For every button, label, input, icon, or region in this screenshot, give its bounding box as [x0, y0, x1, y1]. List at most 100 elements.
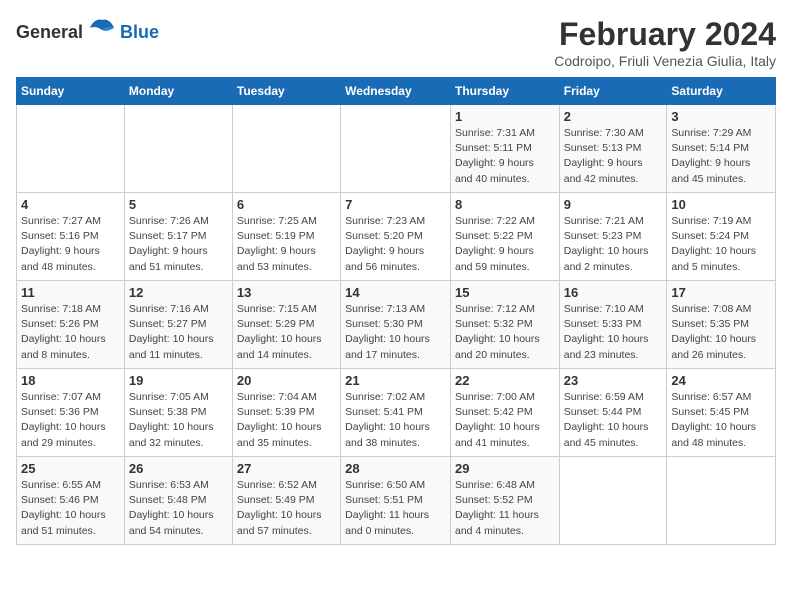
- day-number: 24: [671, 373, 771, 388]
- day-info: Sunrise: 7:02 AM Sunset: 5:41 PM Dayligh…: [345, 390, 446, 451]
- page-title: February 2024: [554, 16, 776, 53]
- calendar-cell: 8 Sunrise: 7:22 AM Sunset: 5:22 PM Daylig…: [450, 193, 559, 281]
- day-number: 9: [564, 197, 663, 212]
- day-number: 10: [671, 197, 771, 212]
- weekday-header-tuesday: Tuesday: [232, 78, 340, 105]
- calendar-week-row: 4 Sunrise: 7:27 AM Sunset: 5:16 PM Daylig…: [17, 193, 776, 281]
- logo-bird-icon: [88, 16, 116, 38]
- day-number: 28: [345, 461, 446, 476]
- calendar-week-row: 11 Sunrise: 7:18 AM Sunset: 5:26 PM Dayli…: [17, 281, 776, 369]
- calendar-cell: [667, 457, 776, 545]
- day-number: 3: [671, 109, 771, 124]
- day-number: 23: [564, 373, 663, 388]
- calendar-cell: 14 Sunrise: 7:13 AM Sunset: 5:30 PM Dayli…: [341, 281, 451, 369]
- day-number: 1: [455, 109, 555, 124]
- day-number: 18: [21, 373, 120, 388]
- day-info: Sunrise: 7:18 AM Sunset: 5:26 PM Dayligh…: [21, 302, 120, 363]
- day-info: Sunrise: 7:10 AM Sunset: 5:33 PM Dayligh…: [564, 302, 663, 363]
- day-info: Sunrise: 7:29 AM Sunset: 5:14 PM Dayligh…: [671, 126, 771, 187]
- calendar-week-row: 1 Sunrise: 7:31 AM Sunset: 5:11 PM Daylig…: [17, 105, 776, 193]
- calendar-cell: 23 Sunrise: 6:59 AM Sunset: 5:44 PM Dayli…: [559, 369, 667, 457]
- day-number: 5: [129, 197, 228, 212]
- calendar-cell: 16 Sunrise: 7:10 AM Sunset: 5:33 PM Dayli…: [559, 281, 667, 369]
- calendar-cell: 2 Sunrise: 7:30 AM Sunset: 5:13 PM Daylig…: [559, 105, 667, 193]
- day-number: 17: [671, 285, 771, 300]
- day-number: 16: [564, 285, 663, 300]
- day-info: Sunrise: 6:57 AM Sunset: 5:45 PM Dayligh…: [671, 390, 771, 451]
- day-info: Sunrise: 7:00 AM Sunset: 5:42 PM Dayligh…: [455, 390, 555, 451]
- day-info: Sunrise: 7:07 AM Sunset: 5:36 PM Dayligh…: [21, 390, 120, 451]
- day-info: Sunrise: 6:55 AM Sunset: 5:46 PM Dayligh…: [21, 478, 120, 539]
- calendar-header: SundayMondayTuesdayWednesdayThursdayFrid…: [17, 78, 776, 105]
- calendar-cell: 18 Sunrise: 7:07 AM Sunset: 5:36 PM Dayli…: [17, 369, 125, 457]
- calendar-cell: 24 Sunrise: 6:57 AM Sunset: 5:45 PM Dayli…: [667, 369, 776, 457]
- day-number: 2: [564, 109, 663, 124]
- weekday-header-sunday: Sunday: [17, 78, 125, 105]
- day-info: Sunrise: 7:23 AM Sunset: 5:20 PM Dayligh…: [345, 214, 446, 275]
- calendar-cell: 12Sunrise: 7:16 AM Sunset: 5:27 PM Dayli…: [124, 281, 232, 369]
- day-number: 19: [129, 373, 228, 388]
- day-info: Sunrise: 7:27 AM Sunset: 5:16 PM Dayligh…: [21, 214, 120, 275]
- day-number: 27: [237, 461, 336, 476]
- day-number: 8: [455, 197, 555, 212]
- day-info: Sunrise: 7:16 AM Sunset: 5:27 PM Dayligh…: [129, 302, 228, 363]
- day-info: Sunrise: 7:22 AM Sunset: 5:22 PM Dayligh…: [455, 214, 555, 275]
- logo: General Blue: [16, 16, 159, 43]
- title-area: February 2024 Codroipo, Friuli Venezia G…: [554, 16, 776, 69]
- calendar-cell: 29 Sunrise: 6:48 AM Sunset: 5:52 PM Dayli…: [450, 457, 559, 545]
- calendar-cell: 19Sunrise: 7:05 AM Sunset: 5:38 PM Dayli…: [124, 369, 232, 457]
- day-number: 11: [21, 285, 120, 300]
- day-number: 22: [455, 373, 555, 388]
- calendar-cell: [232, 105, 340, 193]
- calendar-cell: [124, 105, 232, 193]
- calendar-cell: 11 Sunrise: 7:18 AM Sunset: 5:26 PM Dayli…: [17, 281, 125, 369]
- calendar-week-row: 18 Sunrise: 7:07 AM Sunset: 5:36 PM Dayli…: [17, 369, 776, 457]
- calendar-cell: 26 Sunrise: 6:53 AM Sunset: 5:48 PM Dayli…: [124, 457, 232, 545]
- day-number: 29: [455, 461, 555, 476]
- calendar-cell: 6Sunrise: 7:25 AM Sunset: 5:19 PM Daylig…: [232, 193, 340, 281]
- day-info: Sunrise: 7:30 AM Sunset: 5:13 PM Dayligh…: [564, 126, 663, 187]
- calendar-cell: 28 Sunrise: 6:50 AM Sunset: 5:51 PM Dayli…: [341, 457, 451, 545]
- weekday-header-saturday: Saturday: [667, 78, 776, 105]
- day-info: Sunrise: 7:31 AM Sunset: 5:11 PM Dayligh…: [455, 126, 555, 187]
- calendar-cell: 15 Sunrise: 7:12 AM Sunset: 5:32 PM Dayli…: [450, 281, 559, 369]
- calendar-cell: 7Sunrise: 7:23 AM Sunset: 5:20 PM Daylig…: [341, 193, 451, 281]
- day-info: Sunrise: 7:19 AM Sunset: 5:24 PM Dayligh…: [671, 214, 771, 275]
- day-info: Sunrise: 6:48 AM Sunset: 5:52 PM Dayligh…: [455, 478, 555, 539]
- calendar-cell: [17, 105, 125, 193]
- weekday-header-row: SundayMondayTuesdayWednesdayThursdayFrid…: [17, 78, 776, 105]
- day-info: Sunrise: 7:12 AM Sunset: 5:32 PM Dayligh…: [455, 302, 555, 363]
- calendar-cell: 21 Sunrise: 7:02 AM Sunset: 5:41 PM Dayli…: [341, 369, 451, 457]
- day-info: Sunrise: 6:50 AM Sunset: 5:51 PM Dayligh…: [345, 478, 446, 539]
- day-number: 21: [345, 373, 446, 388]
- page-subtitle: Codroipo, Friuli Venezia Giulia, Italy: [554, 53, 776, 69]
- calendar-cell: 20 Sunrise: 7:04 AM Sunset: 5:39 PM Dayli…: [232, 369, 340, 457]
- day-number: 20: [237, 373, 336, 388]
- day-number: 4: [21, 197, 120, 212]
- calendar-cell: 5Sunrise: 7:26 AM Sunset: 5:17 PM Daylig…: [124, 193, 232, 281]
- calendar-week-row: 25 Sunrise: 6:55 AM Sunset: 5:46 PM Dayli…: [17, 457, 776, 545]
- day-number: 14: [345, 285, 446, 300]
- day-number: 13: [237, 285, 336, 300]
- logo-blue: Blue: [120, 22, 159, 42]
- calendar-cell: 17 Sunrise: 7:08 AM Sunset: 5:35 PM Dayli…: [667, 281, 776, 369]
- day-info: Sunrise: 7:13 AM Sunset: 5:30 PM Dayligh…: [345, 302, 446, 363]
- calendar-cell: [341, 105, 451, 193]
- day-info: Sunrise: 7:15 AM Sunset: 5:29 PM Dayligh…: [237, 302, 336, 363]
- day-info: Sunrise: 7:04 AM Sunset: 5:39 PM Dayligh…: [237, 390, 336, 451]
- day-info: Sunrise: 6:59 AM Sunset: 5:44 PM Dayligh…: [564, 390, 663, 451]
- calendar-body: 1 Sunrise: 7:31 AM Sunset: 5:11 PM Daylig…: [17, 105, 776, 545]
- day-number: 26: [129, 461, 228, 476]
- day-info: Sunrise: 6:52 AM Sunset: 5:49 PM Dayligh…: [237, 478, 336, 539]
- calendar-cell: 27 Sunrise: 6:52 AM Sunset: 5:49 PM Dayli…: [232, 457, 340, 545]
- day-number: 15: [455, 285, 555, 300]
- calendar-table: SundayMondayTuesdayWednesdayThursdayFrid…: [16, 77, 776, 545]
- weekday-header-monday: Monday: [124, 78, 232, 105]
- day-number: 6: [237, 197, 336, 212]
- logo-general: General: [16, 22, 83, 42]
- weekday-header-friday: Friday: [559, 78, 667, 105]
- day-number: 25: [21, 461, 120, 476]
- day-info: Sunrise: 6:53 AM Sunset: 5:48 PM Dayligh…: [129, 478, 228, 539]
- day-info: Sunrise: 7:08 AM Sunset: 5:35 PM Dayligh…: [671, 302, 771, 363]
- calendar-cell: 4 Sunrise: 7:27 AM Sunset: 5:16 PM Daylig…: [17, 193, 125, 281]
